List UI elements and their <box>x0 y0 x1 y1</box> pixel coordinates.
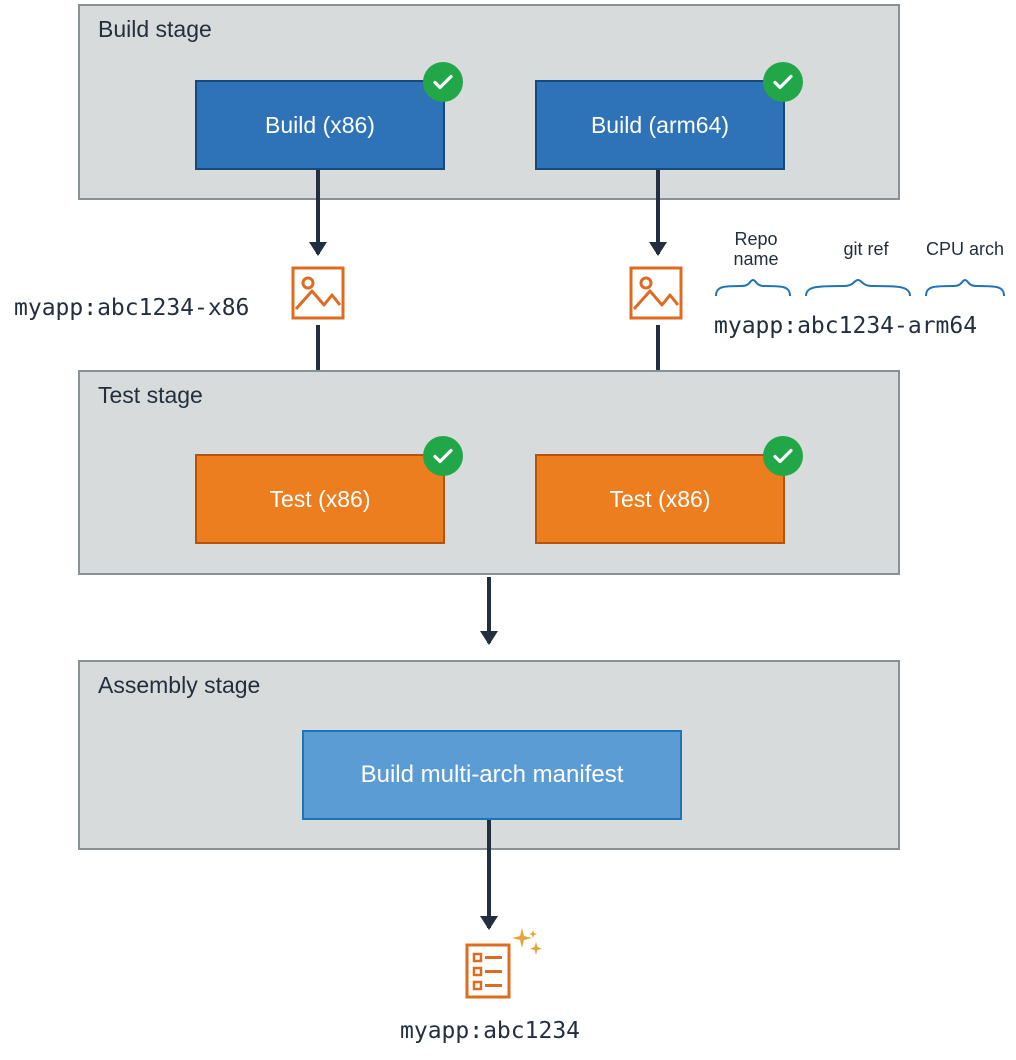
tag-annotation-group: Repo name git ref CPU arch <box>714 230 1014 300</box>
test-stage-title: Test stage <box>98 382 203 409</box>
success-check-icon <box>423 62 463 102</box>
git-ref-label: git ref <box>826 240 906 260</box>
build-x86-job: Build (x86) <box>195 80 445 170</box>
test-x86-label: Test (x86) <box>270 486 371 513</box>
build-stage: Build stage Build (x86) Build (arm64) <box>78 4 900 200</box>
test-stage: Test stage Test (x86) Test (x86) <box>78 370 900 575</box>
final-image-tag: myapp:abc1234 <box>400 1018 580 1044</box>
success-check-icon <box>763 436 803 476</box>
arm64-image-tag: myapp:abc1234-arm64 <box>714 313 977 339</box>
container-image-icon <box>290 265 346 321</box>
test-arm64-label: Test (x86) <box>610 486 711 513</box>
build-arm64-job: Build (arm64) <box>535 80 785 170</box>
container-image-icon <box>628 265 684 321</box>
test-x86-job: Test (x86) <box>195 454 445 544</box>
assembly-stage-title: Assembly stage <box>98 672 260 699</box>
sparkle-icon <box>510 926 544 960</box>
build-arm64-label: Build (arm64) <box>591 112 729 139</box>
build-stage-title: Build stage <box>98 16 212 43</box>
repo-name-label: Repo name <box>720 230 792 270</box>
success-check-icon <box>763 62 803 102</box>
build-x86-label: Build (x86) <box>265 112 375 139</box>
build-manifest-job: Build multi-arch manifest <box>302 730 682 820</box>
test-arm64-job: Test (x86) <box>535 454 785 544</box>
manifest-icon <box>464 942 512 1000</box>
cpu-arch-label: CPU arch <box>920 240 1010 260</box>
build-manifest-label: Build multi-arch manifest <box>361 761 624 789</box>
success-check-icon <box>423 436 463 476</box>
x86-image-tag: myapp:abc1234-x86 <box>14 295 249 321</box>
